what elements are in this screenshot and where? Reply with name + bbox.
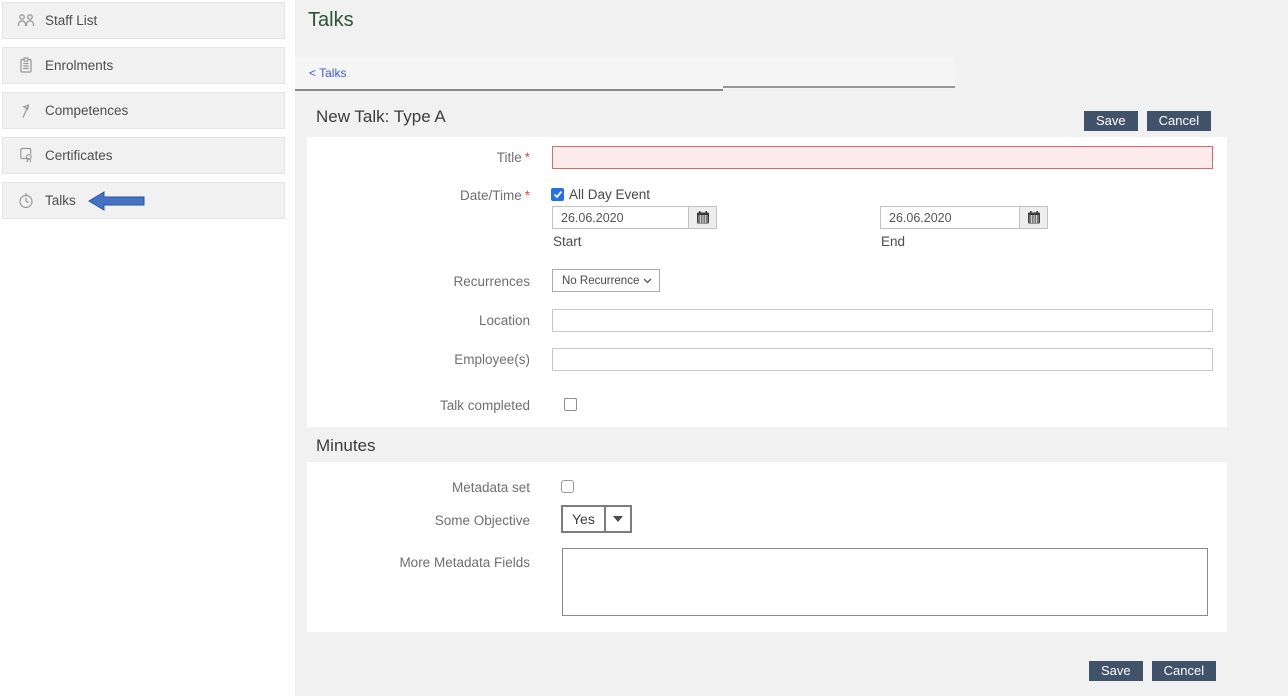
more-metadata-fields-label: More Metadata Fields <box>290 555 530 570</box>
tab-underline-active <box>295 89 723 91</box>
end-date-calendar-button[interactable] <box>1019 207 1047 228</box>
tab-underline-secondary <box>723 86 955 88</box>
sidebar: Staff List Enrolments Competences <box>0 0 287 696</box>
cancel-button-bottom[interactable]: Cancel <box>1152 661 1216 681</box>
start-date-calendar-button[interactable] <box>688 207 716 228</box>
sidebar-item-label: Staff List <box>45 13 97 28</box>
sidebar-item-label: Enrolments <box>45 58 113 73</box>
location-label: Location <box>290 313 530 328</box>
recurrence-select-value: No Recurrence <box>553 275 643 287</box>
minutes-heading: Minutes <box>316 436 376 456</box>
end-date-field <box>880 206 1048 229</box>
app-window: Staff List Enrolments Competences <box>0 0 1288 696</box>
start-date-field <box>552 206 717 229</box>
certificates-icon <box>16 147 36 164</box>
calendar-icon <box>696 211 710 224</box>
all-day-event-label: All Day Event <box>569 187 650 202</box>
cancel-button-top[interactable]: Cancel <box>1147 111 1211 131</box>
sidebar-item-enrolments[interactable]: Enrolments <box>2 47 285 84</box>
datetime-label: Date/Time* <box>290 188 530 203</box>
talks-icon <box>16 193 36 209</box>
metadata-set-label: Metadata set <box>290 480 530 495</box>
competences-icon <box>16 103 36 119</box>
staff-list-icon <box>16 13 36 28</box>
employees-label: Employee(s) <box>290 352 530 367</box>
required-marker: * <box>525 150 530 165</box>
required-marker: * <box>525 188 530 203</box>
employees-input[interactable] <box>552 348 1213 371</box>
start-date-input[interactable] <box>553 207 688 228</box>
some-objective-value: Yes <box>563 507 604 531</box>
sidebar-item-label: Competences <box>45 103 128 118</box>
enrolments-icon <box>16 57 36 74</box>
breadcrumb-back-link[interactable]: < Talks <box>309 66 346 80</box>
sidebar-item-label: Talks <box>45 193 76 208</box>
recurrence-select[interactable]: No Recurrence <box>552 269 660 292</box>
sidebar-item-label: Certificates <box>45 148 113 163</box>
talk-completed-label: Talk completed <box>290 398 530 413</box>
talk-completed-checkbox[interactable] <box>564 398 577 411</box>
sidebar-item-certificates[interactable]: Certificates <box>2 137 285 174</box>
title-label: Title* <box>290 150 530 165</box>
dropdown-arrow-icon[interactable] <box>604 507 630 531</box>
save-button-top[interactable]: Save <box>1084 111 1138 131</box>
some-objective-select[interactable]: Yes <box>561 505 632 533</box>
form-heading: New Talk: Type A <box>316 107 446 127</box>
sidebar-item-staff-list[interactable]: Staff List <box>2 2 285 39</box>
page-title: Talks <box>308 9 354 32</box>
highlight-arrow-icon <box>88 191 145 211</box>
title-input[interactable] <box>552 146 1213 169</box>
some-objective-label: Some Objective <box>290 513 530 528</box>
chevron-down-icon <box>643 278 652 284</box>
calendar-icon <box>1027 211 1041 224</box>
end-caption: End <box>881 234 905 249</box>
sidebar-item-competences[interactable]: Competences <box>2 92 285 129</box>
end-date-input[interactable] <box>881 207 1019 228</box>
save-button-bottom[interactable]: Save <box>1089 661 1143 681</box>
breadcrumb: < Talks <box>295 57 955 89</box>
location-input[interactable] <box>552 309 1213 332</box>
recurrences-label: Recurrences <box>290 274 530 289</box>
start-caption: Start <box>553 234 582 249</box>
more-metadata-fields-textarea[interactable] <box>562 548 1208 616</box>
metadata-set-checkbox[interactable] <box>561 480 574 493</box>
all-day-event-checkbox[interactable] <box>551 188 564 201</box>
